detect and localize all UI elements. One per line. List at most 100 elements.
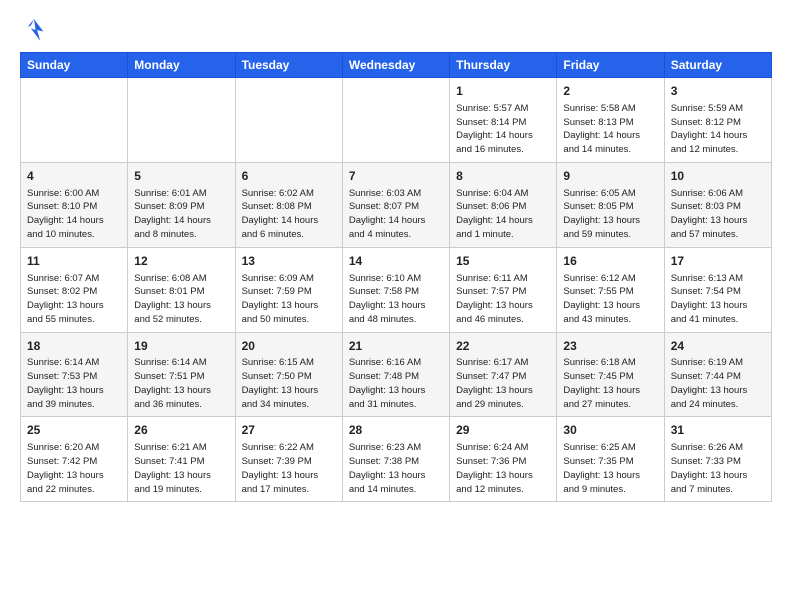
- day-content: Sunrise: 6:05 AM Sunset: 8:05 PM Dayligh…: [563, 187, 657, 242]
- day-number: 7: [349, 168, 443, 185]
- calendar-cell: 18Sunrise: 6:14 AM Sunset: 7:53 PM Dayli…: [21, 332, 128, 417]
- calendar-cell: 9 Sunrise: 6:05 AM Sunset: 8:05 PM Daylig…: [557, 162, 664, 247]
- day-content: Sunrise: 6:17 AM Sunset: 7:47 PM Dayligh…: [456, 356, 550, 411]
- day-number: 9: [563, 168, 657, 185]
- calendar-header: SundayMondayTuesdayWednesdayThursdayFrid…: [21, 53, 772, 78]
- day-number: 5: [134, 168, 228, 185]
- day-content: Sunrise: 6:21 AM Sunset: 7:41 PM Dayligh…: [134, 441, 228, 496]
- calendar-cell: 16 Sunrise: 6:12 AM Sunset: 7:55 PM Dayli…: [557, 247, 664, 332]
- day-number: 2: [563, 83, 657, 100]
- day-number: 20: [242, 338, 336, 355]
- day-content: Sunrise: 6:18 AM Sunset: 7:45 PM Dayligh…: [563, 356, 657, 411]
- header: [20, 16, 772, 44]
- logo-bird-icon: [20, 16, 48, 44]
- day-header-saturday: Saturday: [664, 53, 771, 78]
- day-header-thursday: Thursday: [450, 53, 557, 78]
- calendar-week-3: 11 Sunrise: 6:07 AM Sunset: 8:02 PM Dayli…: [21, 247, 772, 332]
- calendar-cell: 20Sunrise: 6:15 AM Sunset: 7:50 PM Dayli…: [235, 332, 342, 417]
- day-number: 23: [563, 338, 657, 355]
- day-content: Sunrise: 6:14 AM Sunset: 7:51 PM Dayligh…: [134, 356, 228, 411]
- logo: [20, 16, 52, 44]
- day-number: 19: [134, 338, 228, 355]
- day-content: Sunrise: 6:22 AM Sunset: 7:39 PM Dayligh…: [242, 441, 336, 496]
- day-header-monday: Monday: [128, 53, 235, 78]
- calendar-cell: 17 Sunrise: 6:13 AM Sunset: 7:54 PM Dayli…: [664, 247, 771, 332]
- day-content: Sunrise: 6:03 AM Sunset: 8:07 PM Dayligh…: [349, 187, 443, 242]
- calendar-body: 1 Sunrise: 5:57 AM Sunset: 8:14 PM Daylig…: [21, 78, 772, 502]
- day-content: Sunrise: 6:23 AM Sunset: 7:38 PM Dayligh…: [349, 441, 443, 496]
- day-number: 1: [456, 83, 550, 100]
- day-number: 30: [563, 422, 657, 439]
- day-number: 16: [563, 253, 657, 270]
- day-number: 21: [349, 338, 443, 355]
- calendar-cell: 6Sunrise: 6:02 AM Sunset: 8:08 PM Daylig…: [235, 162, 342, 247]
- day-content: Sunrise: 6:25 AM Sunset: 7:35 PM Dayligh…: [563, 441, 657, 496]
- day-content: Sunrise: 6:14 AM Sunset: 7:53 PM Dayligh…: [27, 356, 121, 411]
- day-header-tuesday: Tuesday: [235, 53, 342, 78]
- day-number: 6: [242, 168, 336, 185]
- day-content: Sunrise: 6:26 AM Sunset: 7:33 PM Dayligh…: [671, 441, 765, 496]
- calendar-cell: 22Sunrise: 6:17 AM Sunset: 7:47 PM Dayli…: [450, 332, 557, 417]
- calendar-cell: 11 Sunrise: 6:07 AM Sunset: 8:02 PM Dayli…: [21, 247, 128, 332]
- day-number: 17: [671, 253, 765, 270]
- day-number: 25: [27, 422, 121, 439]
- calendar-cell: 31 Sunrise: 6:26 AM Sunset: 7:33 PM Dayli…: [664, 417, 771, 502]
- calendar-week-2: 4 Sunrise: 6:00 AM Sunset: 8:10 PM Daylig…: [21, 162, 772, 247]
- calendar-cell: 3Sunrise: 5:59 AM Sunset: 8:12 PM Daylig…: [664, 78, 771, 163]
- calendar-cell: 30 Sunrise: 6:25 AM Sunset: 7:35 PM Dayli…: [557, 417, 664, 502]
- calendar-week-1: 1 Sunrise: 5:57 AM Sunset: 8:14 PM Daylig…: [21, 78, 772, 163]
- day-number: 24: [671, 338, 765, 355]
- day-content: Sunrise: 6:15 AM Sunset: 7:50 PM Dayligh…: [242, 356, 336, 411]
- calendar-cell: 28 Sunrise: 6:23 AM Sunset: 7:38 PM Dayli…: [342, 417, 449, 502]
- calendar-cell: 29Sunrise: 6:24 AM Sunset: 7:36 PM Dayli…: [450, 417, 557, 502]
- calendar-cell: 5 Sunrise: 6:01 AM Sunset: 8:09 PM Daylig…: [128, 162, 235, 247]
- day-content: Sunrise: 6:00 AM Sunset: 8:10 PM Dayligh…: [27, 187, 121, 242]
- day-content: Sunrise: 6:08 AM Sunset: 8:01 PM Dayligh…: [134, 272, 228, 327]
- calendar-cell: 24Sunrise: 6:19 AM Sunset: 7:44 PM Dayli…: [664, 332, 771, 417]
- calendar-cell: [128, 78, 235, 163]
- day-number: 28: [349, 422, 443, 439]
- day-content: Sunrise: 6:01 AM Sunset: 8:09 PM Dayligh…: [134, 187, 228, 242]
- calendar-cell: 15Sunrise: 6:11 AM Sunset: 7:57 PM Dayli…: [450, 247, 557, 332]
- calendar-cell: 21Sunrise: 6:16 AM Sunset: 7:48 PM Dayli…: [342, 332, 449, 417]
- calendar-cell: 1 Sunrise: 5:57 AM Sunset: 8:14 PM Daylig…: [450, 78, 557, 163]
- day-header-sunday: Sunday: [21, 53, 128, 78]
- day-content: Sunrise: 6:11 AM Sunset: 7:57 PM Dayligh…: [456, 272, 550, 327]
- day-number: 29: [456, 422, 550, 439]
- calendar-cell: 26 Sunrise: 6:21 AM Sunset: 7:41 PM Dayli…: [128, 417, 235, 502]
- day-content: Sunrise: 6:09 AM Sunset: 7:59 PM Dayligh…: [242, 272, 336, 327]
- day-content: Sunrise: 5:57 AM Sunset: 8:14 PM Dayligh…: [456, 102, 550, 157]
- day-content: Sunrise: 6:13 AM Sunset: 7:54 PM Dayligh…: [671, 272, 765, 327]
- calendar-cell: 13Sunrise: 6:09 AM Sunset: 7:59 PM Dayli…: [235, 247, 342, 332]
- day-number: 11: [27, 253, 121, 270]
- day-content: Sunrise: 5:58 AM Sunset: 8:13 PM Dayligh…: [563, 102, 657, 157]
- day-number: 18: [27, 338, 121, 355]
- calendar-cell: [235, 78, 342, 163]
- calendar-cell: 8Sunrise: 6:04 AM Sunset: 8:06 PM Daylig…: [450, 162, 557, 247]
- day-content: Sunrise: 6:07 AM Sunset: 8:02 PM Dayligh…: [27, 272, 121, 327]
- calendar-cell: 12Sunrise: 6:08 AM Sunset: 8:01 PM Dayli…: [128, 247, 235, 332]
- day-content: Sunrise: 6:12 AM Sunset: 7:55 PM Dayligh…: [563, 272, 657, 327]
- calendar-cell: 23Sunrise: 6:18 AM Sunset: 7:45 PM Dayli…: [557, 332, 664, 417]
- calendar-cell: 2 Sunrise: 5:58 AM Sunset: 8:13 PM Daylig…: [557, 78, 664, 163]
- day-header-friday: Friday: [557, 53, 664, 78]
- day-number: 10: [671, 168, 765, 185]
- day-number: 4: [27, 168, 121, 185]
- day-content: Sunrise: 6:19 AM Sunset: 7:44 PM Dayligh…: [671, 356, 765, 411]
- day-content: Sunrise: 6:06 AM Sunset: 8:03 PM Dayligh…: [671, 187, 765, 242]
- calendar-cell: 25 Sunrise: 6:20 AM Sunset: 7:42 PM Dayli…: [21, 417, 128, 502]
- calendar-cell: [342, 78, 449, 163]
- calendar-table: SundayMondayTuesdayWednesdayThursdayFrid…: [20, 52, 772, 502]
- calendar-cell: 27 Sunrise: 6:22 AM Sunset: 7:39 PM Dayli…: [235, 417, 342, 502]
- day-content: Sunrise: 6:20 AM Sunset: 7:42 PM Dayligh…: [27, 441, 121, 496]
- day-number: 27: [242, 422, 336, 439]
- header-row: SundayMondayTuesdayWednesdayThursdayFrid…: [21, 53, 772, 78]
- day-number: 31: [671, 422, 765, 439]
- calendar-cell: 14Sunrise: 6:10 AM Sunset: 7:58 PM Dayli…: [342, 247, 449, 332]
- calendar-cell: 10 Sunrise: 6:06 AM Sunset: 8:03 PM Dayli…: [664, 162, 771, 247]
- day-number: 22: [456, 338, 550, 355]
- day-content: Sunrise: 6:10 AM Sunset: 7:58 PM Dayligh…: [349, 272, 443, 327]
- day-content: Sunrise: 6:16 AM Sunset: 7:48 PM Dayligh…: [349, 356, 443, 411]
- calendar-cell: 7 Sunrise: 6:03 AM Sunset: 8:07 PM Daylig…: [342, 162, 449, 247]
- day-number: 26: [134, 422, 228, 439]
